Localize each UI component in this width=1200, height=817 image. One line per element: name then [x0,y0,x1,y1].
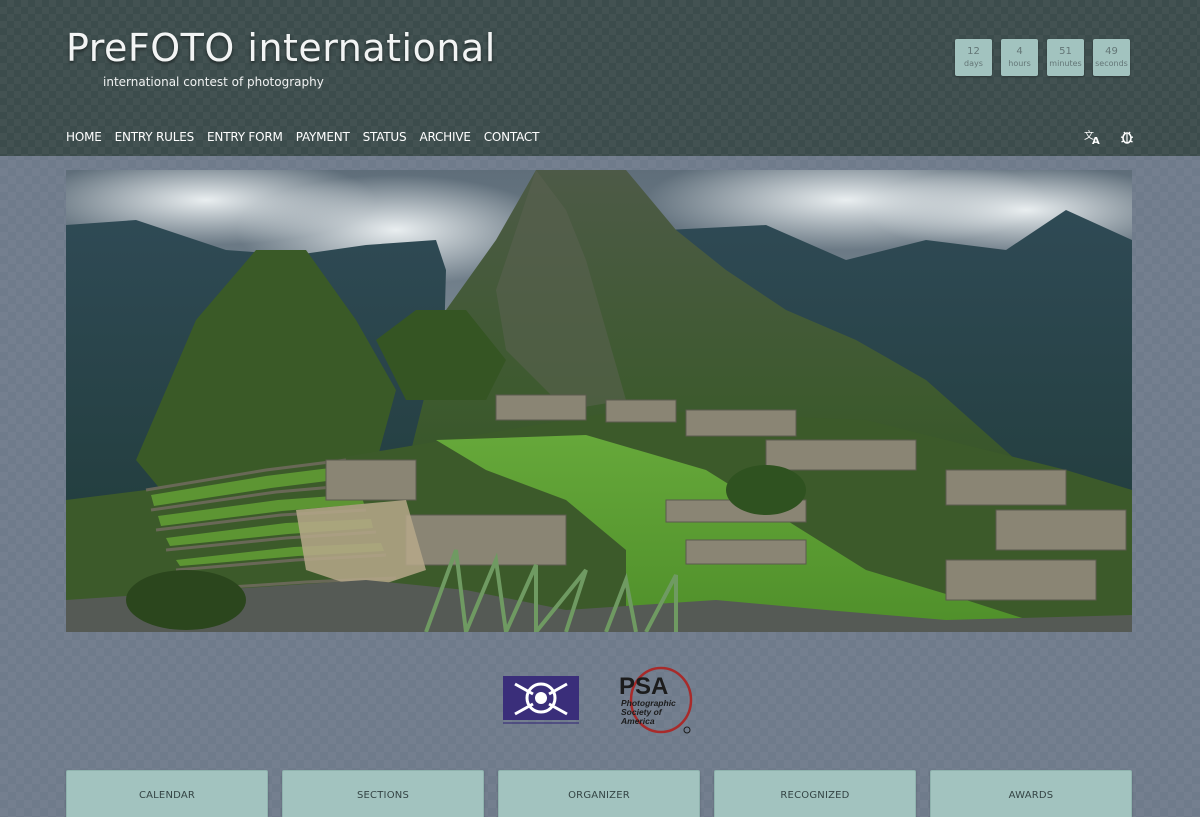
info-tiles: CALENDAR SECTIONS ORGANIZER RECOGNIZED A… [66,770,1132,817]
countdown-minutes: 51 minutes [1047,39,1084,76]
nav-contact[interactable]: CONTACT [484,130,540,144]
countdown-seconds-label: seconds [1095,58,1128,68]
countdown-days-label: days [964,58,983,68]
psa-logo[interactable]: PSA Photographic Society of America [617,666,695,736]
psa-logo-letters: PSA [619,673,668,700]
countdown-hours: 4 hours [1001,39,1038,76]
countdown-timer: 12 days 4 hours 51 minutes 49 seconds [955,39,1130,76]
machu-picchu-photo [66,170,1132,632]
bug-icon[interactable] [1117,128,1137,146]
countdown-days: 12 days [955,39,992,76]
tile-recognized[interactable]: RECOGNIZED [714,770,916,817]
tile-sections[interactable]: SECTIONS [282,770,484,817]
hero-photo [66,170,1132,632]
countdown-seconds: 49 seconds [1093,39,1130,76]
nav-status[interactable]: STATUS [363,130,407,144]
site-title[interactable]: PreFOTO international [66,26,496,70]
fiap-logo[interactable] [503,676,579,726]
countdown-minutes-value: 51 [1059,45,1072,57]
countdown-hours-label: hours [1008,58,1031,68]
main-nav: HOME ENTRY RULES ENTRY FORM PAYMENT STAT… [66,130,539,144]
nav-archive[interactable]: ARCHIVE [419,130,470,144]
countdown-seconds-value: 49 [1105,45,1118,57]
nav-entry-form[interactable]: ENTRY FORM [207,130,283,144]
tile-awards[interactable]: AWARDS [930,770,1132,817]
countdown-days-value: 12 [967,45,980,57]
nav-payment[interactable]: PAYMENT [296,130,350,144]
sponsor-logos: PSA Photographic Society of America [0,666,1200,736]
countdown-minutes-label: minutes [1049,58,1082,68]
site-header: PreFOTO international international cont… [0,0,1200,156]
countdown-hours-value: 4 [1016,45,1023,57]
psa-logo-line4: America [620,716,655,726]
nav-home[interactable]: HOME [66,130,102,144]
header-icons: 文 A [1083,128,1137,146]
site-subtitle: international contest of photography [103,75,324,89]
tile-organizer[interactable]: ORGANIZER [498,770,700,817]
svg-text:A: A [1092,136,1100,145]
tile-calendar[interactable]: CALENDAR [66,770,268,817]
translate-icon[interactable]: 文 A [1083,128,1103,146]
nav-entry-rules[interactable]: ENTRY RULES [115,130,195,144]
